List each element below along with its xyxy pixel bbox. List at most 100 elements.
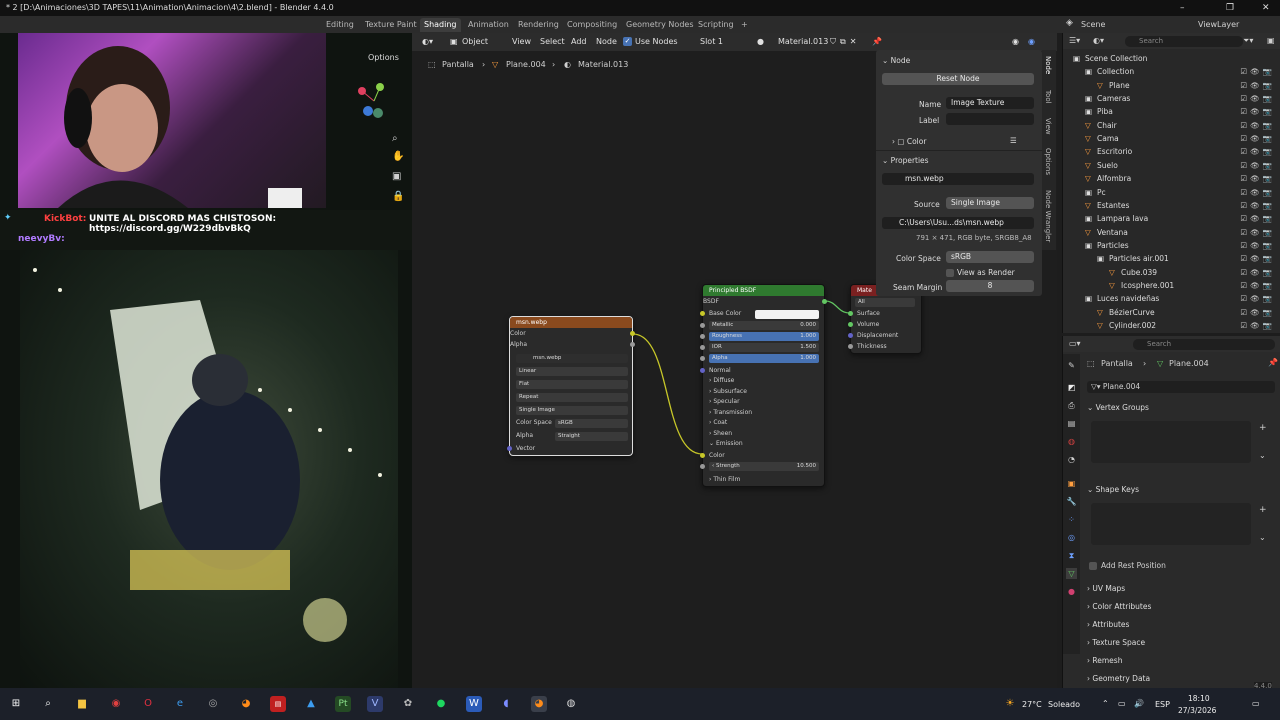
weather-temp[interactable]: 27°C [1022, 700, 1042, 709]
shape-key-add-icon[interactable]: + [1259, 505, 1267, 515]
source-dropdown-panel[interactable]: Single Image [946, 197, 1034, 209]
socket-metallic-in[interactable] [700, 323, 705, 328]
visibility-toggles[interactable]: ☑👁📷 [1240, 306, 1275, 319]
filepath-field[interactable]: C:\Users\Usu...ds\msn.webp [882, 217, 1034, 229]
geometry-data-header[interactable]: › Geometry Data [1087, 672, 1275, 686]
source-dropdown[interactable]: Single Image [516, 406, 628, 415]
sidebar-tab-node[interactable]: Node [1044, 56, 1052, 74]
streaming-app-icon[interactable]: ▤ [270, 696, 286, 712]
view-as-render-checkbox[interactable] [946, 269, 954, 277]
image-selector[interactable]: msn.webp [516, 354, 628, 363]
visibility-toggles[interactable]: ☑👁📷 [1240, 292, 1275, 305]
outliner-search-input[interactable]: Search [1125, 36, 1243, 47]
camera-icon[interactable]: ▣ [392, 171, 401, 182]
render-tab-icon[interactable]: ◩ [1066, 382, 1077, 393]
modifier-tab-icon[interactable]: 🔧 [1066, 496, 1077, 507]
discord-icon[interactable]: ◖ [498, 696, 514, 712]
navigation-gizmo[interactable] [354, 81, 394, 121]
visibility-toggles[interactable]: ☑👁📷 [1240, 132, 1275, 145]
bsdf-node-header[interactable]: Principled BSDF [703, 285, 824, 296]
material-tab-icon[interactable]: ● [1066, 586, 1077, 597]
socket-strength-in[interactable] [700, 464, 705, 469]
weather-text[interactable]: Soleado [1048, 700, 1080, 709]
volume-icon[interactable]: 🔊 [1134, 699, 1144, 708]
word-icon[interactable]: W [466, 696, 482, 712]
viewport-options[interactable]: Options [368, 53, 399, 62]
target-dropdown[interactable]: All [855, 298, 915, 307]
socket-ior-in[interactable] [700, 345, 705, 350]
alpha-field[interactable]: Alpha 1.000 [709, 354, 819, 363]
add-rest-position-checkbox[interactable] [1089, 562, 1097, 570]
visibility-toggles[interactable]: ☑👁📷 [1240, 172, 1275, 185]
outliner-item[interactable]: ▽ Estantes ☑👁📷 [1063, 199, 1280, 212]
panel-sheen[interactable]: › Sheen [709, 429, 732, 439]
mesh-datablock-field[interactable]: ▽▾ Plane.004 [1087, 381, 1275, 393]
sidebar-tab-view[interactable]: View [1044, 118, 1052, 135]
visibility-toggles[interactable]: ☑👁📷 [1240, 239, 1275, 252]
panel-diffuse[interactable]: › Diffuse [709, 376, 734, 386]
visibility-toggles[interactable]: ☑👁📷 [1240, 119, 1275, 132]
windows-start-icon[interactable]: ⊞ [8, 696, 24, 712]
interpolation-dropdown[interactable]: Linear [516, 367, 628, 376]
vertex-groups-list[interactable] [1091, 421, 1251, 463]
constraints-tab-icon[interactable]: ⧗ [1066, 550, 1077, 561]
visibility-toggles[interactable]: ☑👁📷 [1240, 319, 1275, 332]
tab-animation[interactable]: Animation [464, 18, 513, 32]
visibility-toggles[interactable]: ☑👁📷 [1240, 65, 1275, 78]
photos-icon[interactable]: ▲ [303, 696, 319, 712]
socket-normal-in[interactable] [700, 368, 705, 373]
clock-date[interactable]: 27/3/2026 [1178, 706, 1216, 715]
tool-tab-icon[interactable]: ✎ [1066, 360, 1077, 371]
pycharm-icon[interactable]: Pt [335, 696, 351, 712]
outliner-item[interactable]: ▽ Chair ☑👁📷 [1063, 119, 1280, 132]
edge-icon[interactable]: e [172, 696, 188, 712]
shape-key-menu-icon[interactable]: ⌄ [1259, 533, 1266, 542]
sidebar-tab-tool[interactable]: Tool [1044, 90, 1052, 104]
color-space-dropdown-panel[interactable]: sRGB [946, 251, 1034, 263]
socket-emission-color-in[interactable] [700, 453, 705, 458]
tab-rendering[interactable]: Rendering [514, 18, 563, 32]
sidebar-tab-options[interactable]: Options [1044, 148, 1052, 175]
outliner-editor-icon[interactable]: ☰▾ [1069, 36, 1080, 45]
davinci-icon[interactable]: ✿ [400, 696, 416, 712]
shape-keys-list[interactable] [1091, 503, 1251, 545]
panel-coat[interactable]: › Coat [709, 418, 727, 428]
panel-subsurface[interactable]: › Subsurface [709, 387, 747, 397]
outliner-item[interactable]: ▽ Alfombra ☑👁📷 [1063, 172, 1280, 185]
outliner-item[interactable]: ▽ BézierCurve ☑👁📷 [1063, 306, 1280, 319]
socket-volume-in[interactable] [848, 322, 853, 327]
visibility-toggles[interactable]: ☑👁📷 [1240, 212, 1275, 225]
vertex-groups-header[interactable]: ⌄ Vertex Groups [1087, 401, 1275, 415]
search-icon[interactable]: ⌕ [40, 696, 56, 712]
panel-thin-film[interactable]: › Thin Film [709, 475, 740, 485]
outliner-item[interactable]: ▣ Cameras ☑👁📷 [1063, 92, 1280, 105]
filter-icon[interactable]: ⏷▾ [1243, 36, 1253, 46]
spotify-icon[interactable]: ● [433, 696, 449, 712]
tab-shading[interactable]: Shading [420, 18, 461, 32]
visibility-toggles[interactable]: ☑👁📷 [1240, 266, 1275, 279]
viewlayer-selector[interactable]: ViewLayer [1198, 20, 1239, 29]
visibility-toggles[interactable]: ☑👁📷 [1240, 159, 1275, 172]
new-collection-icon[interactable]: ▣ [1267, 36, 1275, 45]
visibility-toggles[interactable]: ☑👁📷 [1240, 79, 1275, 92]
sidebar-tab-node-wrangler[interactable]: Node Wrangler [1044, 190, 1052, 242]
props-pin-icon[interactable]: 📌 [1268, 358, 1278, 367]
network-icon[interactable]: ▭ [1118, 699, 1126, 708]
visibility-toggles[interactable]: ☑👁📷 [1240, 226, 1275, 239]
file-explorer-icon[interactable]: ▆ [74, 696, 90, 712]
tab-editing[interactable]: Editing [322, 18, 358, 32]
outliner-item[interactable]: ▽ Ventana ☑👁📷 [1063, 226, 1280, 239]
socket-alpha-in[interactable] [700, 356, 705, 361]
node-label-field[interactable] [946, 113, 1034, 125]
texture-space-header[interactable]: › Texture Space [1087, 636, 1275, 650]
properties-search-input[interactable]: Search [1133, 339, 1275, 350]
image-node-header[interactable]: msn.webp [510, 317, 632, 328]
panel-emission[interactable]: ⌄ Emission [709, 439, 743, 449]
roughness-field[interactable]: Roughness 1.000 [709, 332, 819, 341]
outliner-item[interactable]: ▣ Collection ☑👁📷 [1063, 65, 1280, 78]
principled-bsdf-node[interactable]: Principled BSDF BSDF Base Color Metallic… [700, 284, 827, 487]
pan-hand-icon[interactable]: ✋ [392, 151, 404, 162]
visibility-toggles[interactable]: ☑👁📷 [1240, 199, 1275, 212]
blender-icon-2[interactable]: ◕ [531, 696, 547, 712]
visibility-toggles[interactable]: ☑👁📷 [1240, 186, 1275, 199]
